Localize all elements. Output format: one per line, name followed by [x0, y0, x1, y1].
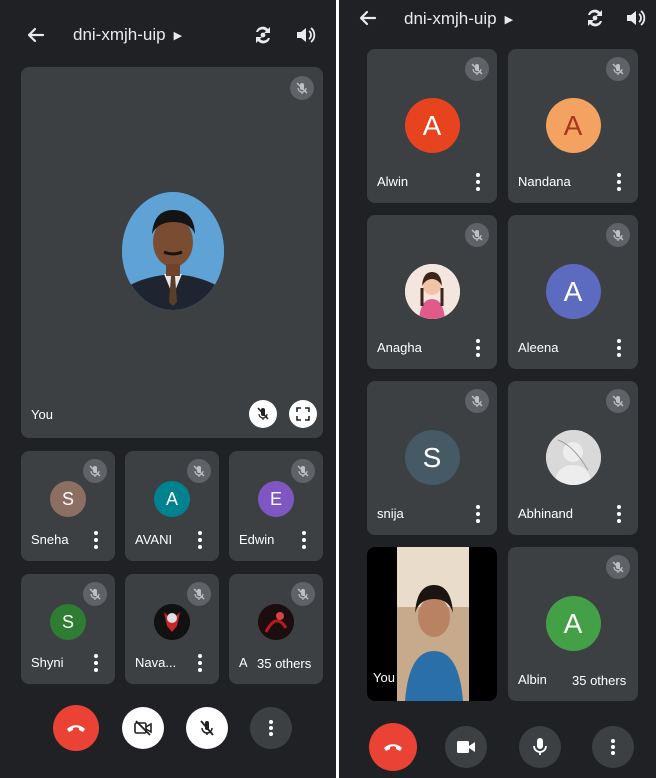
participant-avatar: A [545, 264, 601, 319]
participant-name: Anagha [377, 340, 422, 355]
caret-right-icon: ▶ [504, 14, 514, 27]
participant-name: Aleena [518, 340, 559, 355]
switch-camera-icon[interactable] [582, 5, 608, 31]
camera-button[interactable] [445, 726, 487, 768]
participant-tile[interactable]: Ssnija [367, 381, 497, 535]
participant-tile[interactable]: A Nandana [508, 49, 638, 203]
participant-tile[interactable]: S Sneha [21, 451, 115, 561]
participant-tile[interactable]: A Aleena [508, 215, 638, 369]
mic-off-icon [606, 223, 630, 247]
participant-tile[interactable]: You [367, 547, 497, 701]
mic-off-icon [606, 555, 630, 579]
end-call-button[interactable] [369, 723, 417, 771]
participant-menu-icon[interactable] [301, 531, 307, 549]
participant-avatar [545, 430, 601, 485]
switch-camera-icon[interactable] [250, 22, 276, 48]
self-avatar [122, 192, 224, 310]
meet-screen-right: dni-xmjh-uip ▶ A Alwin A Nandana Anagha A Aleen… [339, 0, 656, 778]
participant-avatar: S [404, 430, 460, 485]
meeting-code-title[interactable]: dni-xmjh-uip ▶ [404, 9, 513, 29]
participant-menu-icon[interactable] [475, 339, 481, 357]
participant-avatar: S [50, 481, 86, 517]
participant-avatar [258, 604, 294, 640]
mic-off-icon [465, 57, 489, 81]
participant-avatar: A [545, 596, 601, 651]
participant-name: Abhinand [518, 506, 573, 521]
participant-name: Albin [518, 672, 547, 687]
participant-tile[interactable]: A AVANI [125, 451, 219, 561]
participant-tile[interactable]: S Shyni [21, 574, 115, 684]
mic-off-icon [291, 582, 315, 606]
meeting-code: dni-xmjh-uip [73, 25, 166, 44]
mic-off-icon [187, 459, 211, 483]
participant-menu-icon[interactable] [616, 505, 622, 523]
top-bar: dni-xmjh-uip ▶ [0, 0, 336, 70]
participant-menu-icon[interactable] [93, 531, 99, 549]
participant-avatar [154, 604, 190, 640]
mic-off-button[interactable] [249, 400, 277, 428]
participant-menu-icon[interactable] [475, 173, 481, 191]
participant-name: Shyni [31, 655, 64, 670]
mic-off-icon [291, 459, 315, 483]
mic-off-icon [465, 223, 489, 247]
meeting-code-title[interactable]: dni-xmjh-uip ▶ [73, 25, 182, 45]
caret-right-icon: ▶ [173, 30, 183, 43]
participant-avatar: A [404, 98, 460, 153]
meet-screen-left: dni-xmjh-uip ▶ You S Sneha A AVANI E Edw… [0, 0, 336, 778]
end-call-button[interactable] [53, 705, 99, 751]
fullscreen-button[interactable] [289, 400, 317, 428]
participant-avatar: S [50, 604, 86, 640]
meeting-code: dni-xmjh-uip [404, 9, 497, 28]
participant-menu-icon[interactable] [616, 173, 622, 191]
participant-name: AVANI [135, 532, 173, 547]
participant-name: snija [377, 506, 404, 521]
participant-avatar: A [545, 98, 601, 153]
participant-name: Nandana [518, 174, 571, 189]
participant-tile[interactable]: A Alwin [367, 49, 497, 203]
others-count-pill[interactable]: 35 others [247, 649, 322, 678]
participant-menu-icon[interactable] [197, 654, 203, 672]
mic-off-icon [606, 57, 630, 81]
participant-name: Sneha [31, 532, 69, 547]
participant-avatar [397, 547, 469, 701]
participant-avatar: E [258, 481, 294, 517]
participant-tile[interactable]: E Edwin [229, 451, 323, 561]
participant-menu-icon[interactable] [93, 654, 99, 672]
participant-name: Alwin [377, 174, 409, 189]
participant-name: Edwin [239, 532, 275, 547]
mic-button[interactable] [519, 726, 561, 768]
back-arrow-icon[interactable] [22, 21, 50, 49]
mic-off-icon [187, 582, 211, 606]
participant-menu-icon[interactable] [197, 531, 203, 549]
participant-name: Nava... [135, 655, 177, 670]
mic-off-icon [83, 582, 107, 606]
others-count-pill[interactable]: 35 others [562, 666, 637, 695]
participant-tile[interactable]: Abhinand [508, 381, 638, 535]
participant-avatar: A [154, 481, 190, 517]
more-options-button[interactable] [592, 726, 634, 768]
participant-avatar [404, 264, 460, 319]
participant-name: You [373, 670, 395, 685]
self-name: You [31, 407, 53, 422]
participant-tile[interactable]: Nava... [125, 574, 219, 684]
camera-off-button[interactable] [122, 707, 164, 749]
back-arrow-icon[interactable] [354, 4, 382, 32]
mic-off-icon [606, 389, 630, 413]
mic-off-icon [83, 459, 107, 483]
speaker-icon[interactable] [622, 5, 648, 31]
mic-toggle-button[interactable] [186, 707, 228, 749]
speaker-icon[interactable] [292, 22, 318, 48]
participant-menu-icon[interactable] [475, 505, 481, 523]
participant-menu-icon[interactable] [616, 339, 622, 357]
more-options-button[interactable] [250, 707, 292, 749]
self-tile[interactable]: You [21, 67, 323, 438]
mic-off-icon [290, 76, 314, 100]
mic-off-icon [465, 389, 489, 413]
participant-tile[interactable]: Anagha [367, 215, 497, 369]
